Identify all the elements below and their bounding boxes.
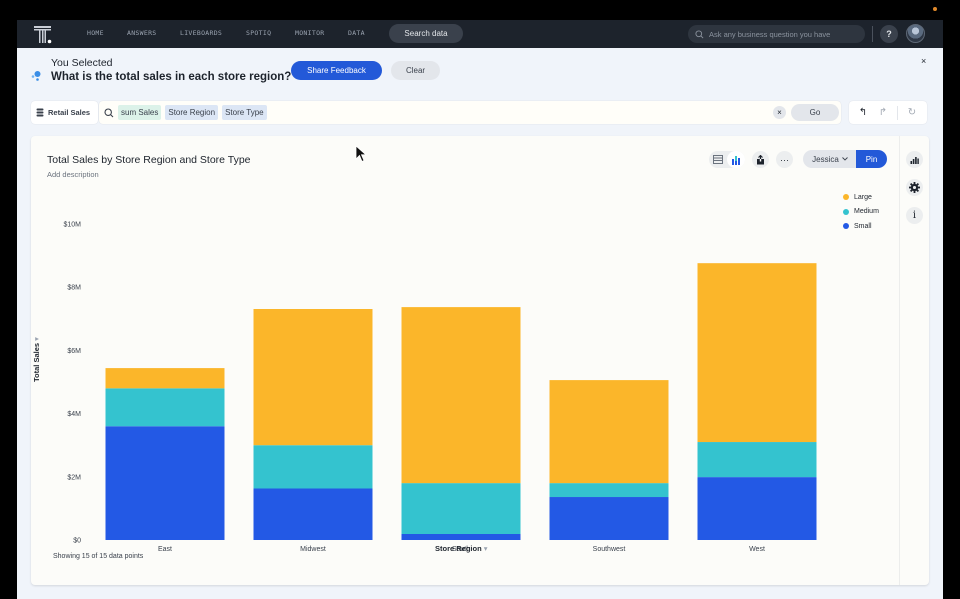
bar-segment-south-medium[interactable] <box>401 483 521 534</box>
nav-home[interactable]: HOME <box>87 29 104 37</box>
legend-dot-large <box>843 194 849 201</box>
y-tick-label: $8M <box>67 285 81 292</box>
history-divider <box>897 105 898 120</box>
bar-segment-west-medium[interactable] <box>697 442 817 478</box>
bar-segment-midwest-medium[interactable] <box>253 445 373 489</box>
top-nav: HOME ANSWERS LIVEBOARDS SPOTIQ MONITOR D… <box>17 20 943 48</box>
go-button[interactable]: Go <box>791 104 839 121</box>
legend-item-small[interactable]: Small <box>843 219 879 234</box>
datasource-label: Retail Sales <box>48 108 91 117</box>
mouse-cursor-icon <box>355 145 367 163</box>
database-icon <box>36 108 44 117</box>
bar-segment-east-large[interactable] <box>105 368 225 389</box>
ai-sparkle-icon <box>31 71 41 81</box>
help-button[interactable]: ? <box>880 25 898 43</box>
search-token-store-region[interactable]: Store Region <box>165 105 219 120</box>
bar-segment-south-large[interactable] <box>401 307 521 484</box>
y-tick-label: $6M <box>67 348 81 355</box>
share-feedback-button[interactable]: Share Feedback <box>291 61 382 80</box>
info-button[interactable]: i <box>906 207 923 224</box>
legend-label-small: Small <box>854 222 872 230</box>
x-tick-label: West <box>749 546 765 553</box>
bar-segment-southwest-small[interactable] <box>549 497 669 540</box>
x-axis-title[interactable]: Store Region ▾ <box>435 544 488 553</box>
bar-segment-east-small[interactable] <box>105 426 225 540</box>
search-data-button[interactable]: Search data <box>389 24 463 43</box>
bar-segment-west-large[interactable] <box>697 263 817 443</box>
y-tick-label: $2M <box>67 474 81 481</box>
y-tick-label: $0 <box>73 538 81 545</box>
nav-answers[interactable]: ANSWERS <box>127 29 157 37</box>
stacked-bar-chart: $0$2M$4M$6M$8M$10MEast Midwest South Southw… <box>63 222 817 553</box>
y-tick-label: $10M <box>63 222 81 229</box>
undo-icon[interactable]: ↰ <box>853 107 873 118</box>
ask-question-input[interactable]: Ask any business question you have <box>688 25 865 43</box>
selected-question: What is the total sales in each store re… <box>51 71 292 83</box>
you-selected-label: You Selected <box>51 57 113 69</box>
search-token-store-type[interactable]: Store Type <box>222 105 267 120</box>
legend-dot-medium <box>843 208 849 215</box>
chart-type-button[interactable] <box>906 151 923 168</box>
history-controls: ↰ ↱ ↻ <box>849 101 927 124</box>
legend-dot-small <box>843 223 849 230</box>
gear-icon <box>909 182 920 193</box>
nav-divider <box>872 26 873 42</box>
nav-monitor[interactable]: MONITOR <box>295 29 325 37</box>
bar-segment-south-small[interactable] <box>401 533 521 540</box>
search-icon <box>104 107 114 117</box>
y-axis-dropdown-icon: ▾ <box>32 337 41 341</box>
bar-segment-midwest-large[interactable] <box>253 309 373 446</box>
legend-label-large: Large <box>854 193 872 201</box>
bar-segment-midwest-small[interactable] <box>253 488 373 540</box>
legend-label-medium: Medium <box>854 208 879 216</box>
bar-segment-east-medium[interactable] <box>105 388 225 427</box>
nav-liveboards[interactable]: LIVEBOARDS <box>180 29 222 37</box>
status-dot <box>933 7 937 11</box>
reset-icon[interactable]: ↻ <box>902 107 922 118</box>
bar-segment-southwest-large[interactable] <box>549 380 669 484</box>
x-tick-label: East <box>158 546 172 553</box>
clear-button[interactable]: Clear <box>391 61 440 80</box>
bar-chart-icon <box>910 156 919 164</box>
side-panel-divider <box>899 136 900 585</box>
thoughtspot-logo[interactable] <box>33 25 53 44</box>
redo-icon[interactable]: ↱ <box>873 107 893 118</box>
search-token-sum-sales[interactable]: sum Sales <box>118 105 162 120</box>
app-window: HOME ANSWERS LIVEBOARDS SPOTIQ MONITOR D… <box>17 20 943 599</box>
nav-data[interactable]: DATA <box>348 29 365 37</box>
search-icon <box>695 29 704 38</box>
x-tick-label: Midwest <box>300 546 326 553</box>
y-axis-title[interactable]: Total Sales ▾ <box>32 337 41 382</box>
chart-settings-button[interactable] <box>906 179 923 196</box>
x-axis-label: Store Region <box>435 544 482 553</box>
bar-segment-southwest-medium[interactable] <box>549 483 669 498</box>
x-axis-dropdown-icon: ▾ <box>483 544 488 553</box>
close-banner-button[interactable]: × <box>921 56 926 66</box>
answer-card: Total Sales by Store Region and Store Ty… <box>31 136 929 585</box>
legend-item-medium[interactable]: Medium <box>843 205 879 220</box>
y-tick-label: $4M <box>67 411 81 418</box>
nav-spotiq[interactable]: SPOTIQ <box>246 29 271 37</box>
info-icon: i <box>912 210 917 221</box>
bar-segment-west-small[interactable] <box>697 477 817 540</box>
y-axis-label: Total Sales <box>32 342 41 382</box>
datasource-selector[interactable]: Retail Sales <box>31 101 98 124</box>
user-avatar[interactable] <box>906 24 925 43</box>
clear-search-button[interactable]: × <box>773 106 786 119</box>
x-tick-label: Southwest <box>593 546 626 553</box>
data-points-count: Showing 15 of 15 data points <box>53 553 144 560</box>
legend-item-large[interactable]: Large <box>843 190 879 205</box>
ask-placeholder: Ask any business question you have <box>709 29 831 39</box>
chart-legend: Large Medium Small <box>843 190 879 234</box>
search-bar[interactable]: sum Sales Store Region Store Type × Go <box>99 101 841 124</box>
